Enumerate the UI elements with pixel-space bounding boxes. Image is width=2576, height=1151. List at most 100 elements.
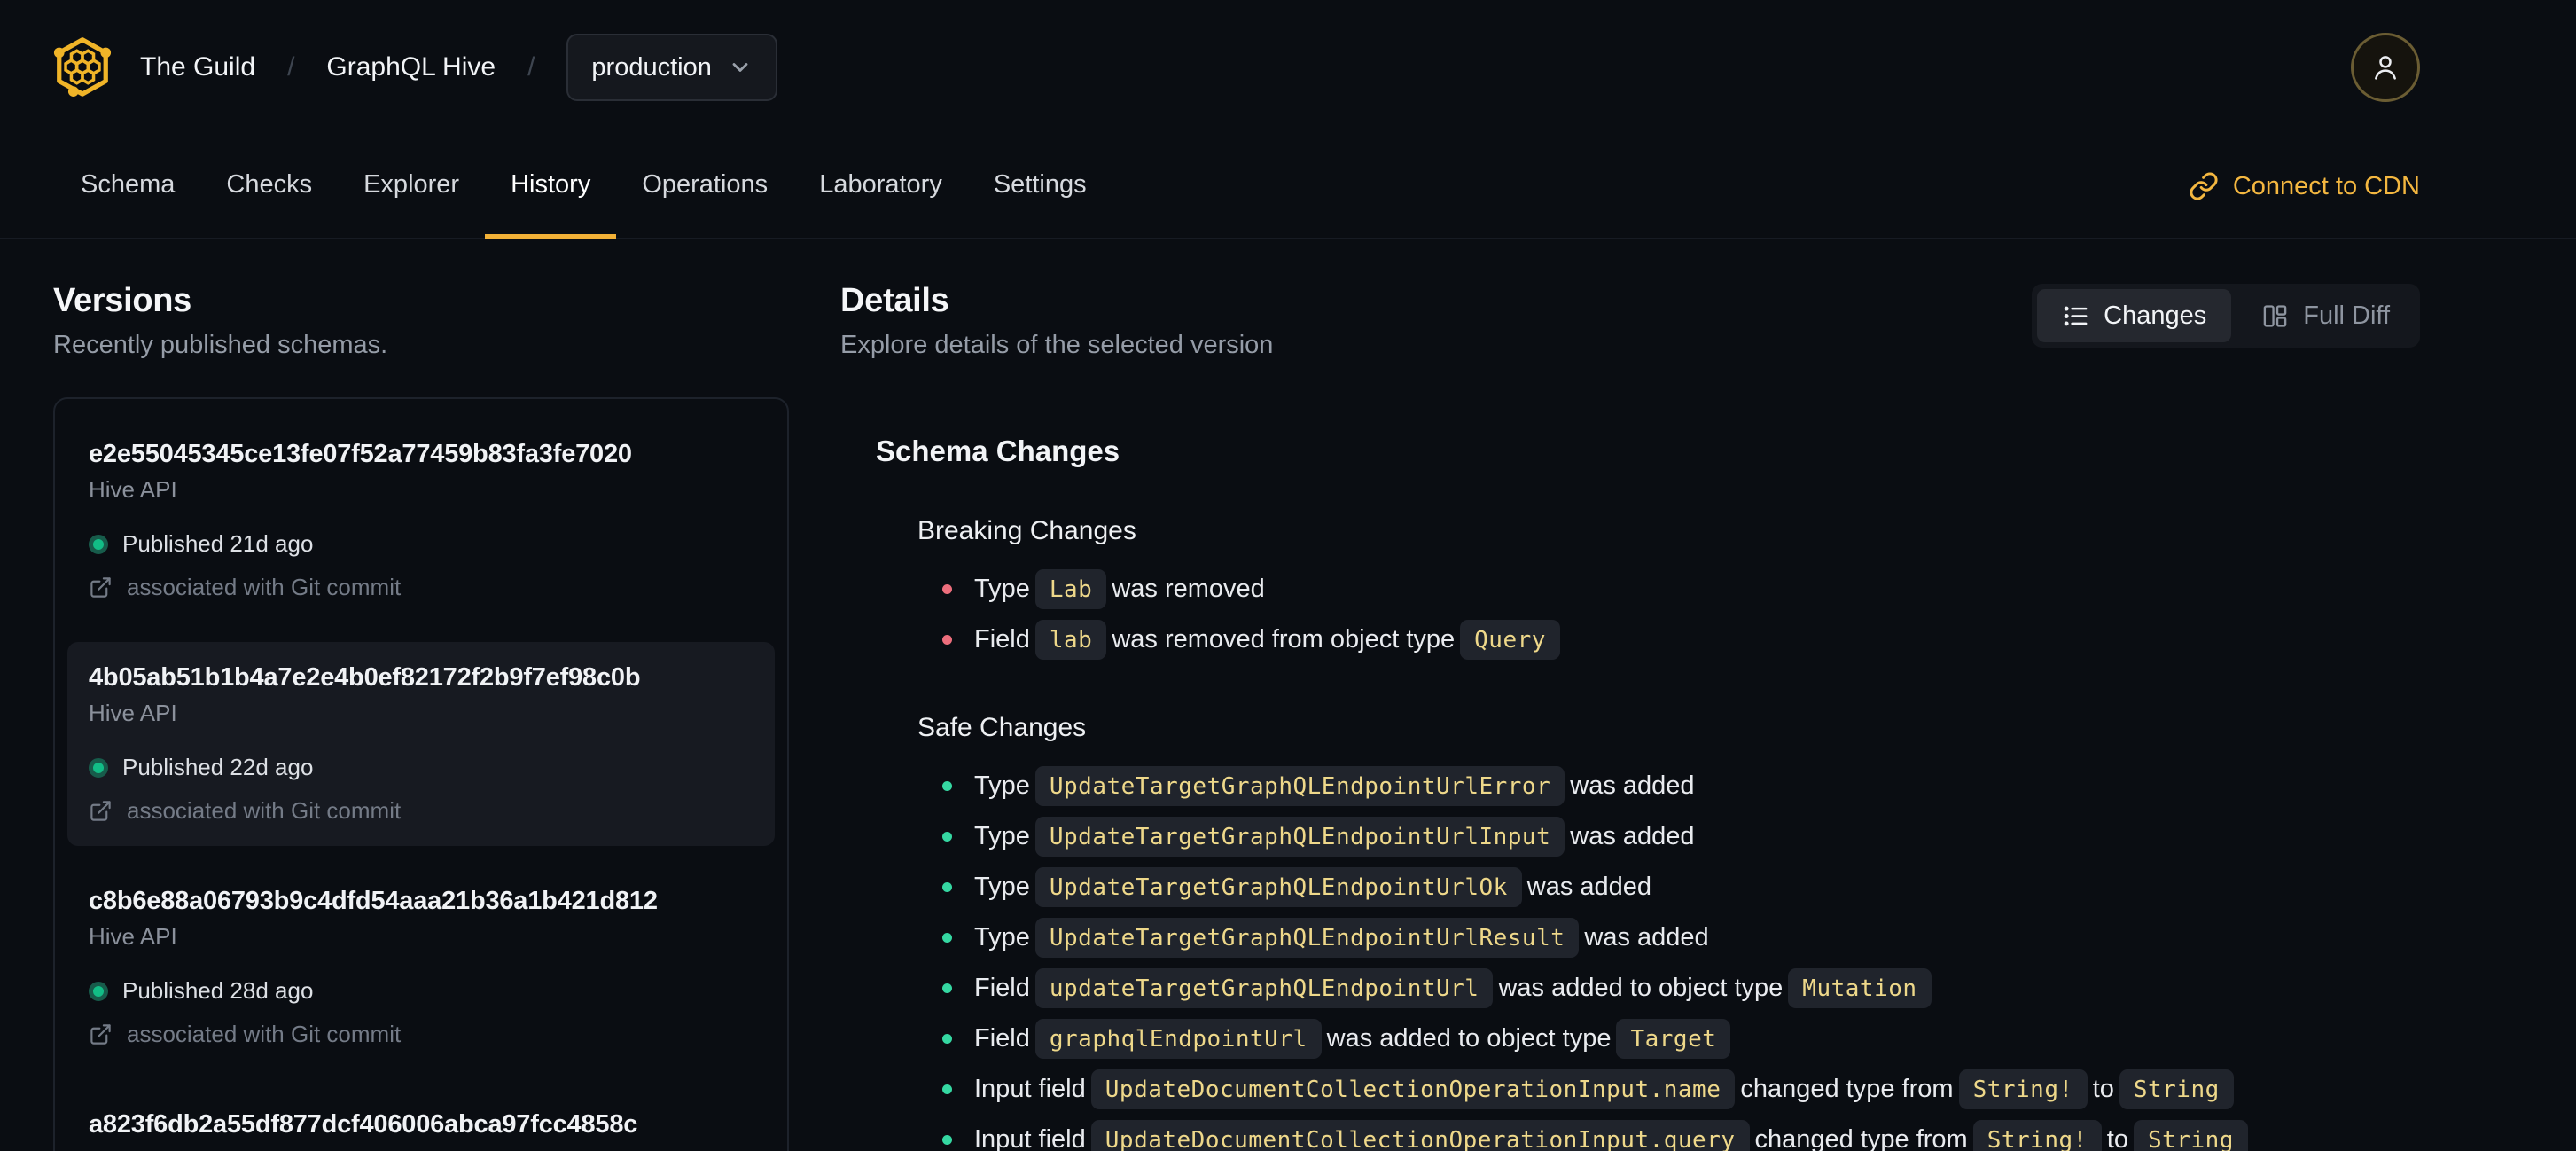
code-chip: UpdateDocumentCollectionOperationInput.q… [1090,1120,1750,1151]
details-subtitle: Explore details of the selected version [840,331,1274,359]
version-list-item[interactable]: a823f6db2a55df877dcf406006abca97fcc4858c… [67,1089,775,1151]
change-bullet [942,1034,952,1044]
status-dot [89,534,108,554]
git-commit-link[interactable]: associated with Git commit [89,1021,753,1048]
details-panel: Details Explore details of the selected … [840,282,2576,1151]
code-chip: graphqlEndpointUrl [1034,1019,1322,1059]
change-row: Type Lab was removed [942,564,2420,615]
versions-panel: Versions Recently published schemas. e2e… [53,282,789,1151]
changes-view-button[interactable]: Changes [2037,289,2232,342]
details-header: Details Explore details of the selected … [840,282,2420,360]
version-list: e2e55045345ce13fe07f52a77459b83fa3fe7020… [53,397,789,1151]
breaking-changes-group: Breaking Changes Type Lab was removed Fiel… [917,516,2420,665]
code-chip: UpdateTargetGraphQLEndpointUrlError [1034,766,1565,806]
git-commit-link[interactable]: associated with Git commit [89,797,753,825]
version-hash: 4b05ab51b1b4a7e2e4b0ef82172f2b9f7ef98c0b [89,663,641,692]
full-diff-view-label: Full Diff [2303,301,2390,330]
tab-settings[interactable]: Settings [968,135,1112,239]
code-chip: lab [1034,620,1107,660]
versions-subtitle: Recently published schemas. [53,331,388,359]
code-chip: String! [1972,1120,2102,1151]
connect-cdn-link[interactable]: Connect to CDN [2189,171,2420,201]
change-row: Type UpdateTargetGraphQLEndpointUrlInput… [942,811,2420,862]
target-selector-value: production [591,52,712,82]
git-commit-label: associated with Git commit [127,574,402,600]
code-chip: String [2119,1069,2234,1109]
change-row: Field graphqlEndpointUrl was added to ob… [942,1014,2420,1064]
header: The Guild / GraphQL Hive / production [0,0,2576,135]
version-hash: c8b6e88a06793b9c4dfd54aaa21b36a1b421d812 [89,887,658,915]
external-link-icon [90,1024,111,1045]
version-list-item[interactable]: e2e55045345ce13fe07f52a77459b83fa3fe7020… [67,419,775,622]
view-toggle: Changes Full Diff [2032,284,2420,348]
schema-changes-title: Schema Changes [876,435,1120,467]
person-icon [2375,56,2396,80]
version-service: Hive API [89,700,177,726]
change-bullet [942,635,952,645]
breaking-changes-list: Type Lab was removed Field lab was remove… [942,564,2420,665]
version-list-item[interactable]: c8b6e88a06793b9c4dfd54aaa21b36a1b421d812… [67,865,775,1069]
status-dot [89,757,108,778]
breadcrumb-project[interactable]: GraphQL Hive [326,52,496,82]
change-bullet [942,983,952,993]
target-selector[interactable]: production [566,34,777,101]
external-link-icon [90,577,111,598]
schema-changes-section: Schema Changes Breaking Changes Type Lab … [840,435,2420,1151]
safe-changes-group: Safe Changes Type UpdateTargetGraphQLEndp… [917,713,2420,1151]
change-row: Type UpdateTargetGraphQLEndpointUrlError… [942,761,2420,811]
change-row: Type UpdateTargetGraphQLEndpointUrlOk wa… [942,862,2420,912]
code-chip: UpdateTargetGraphQLEndpointUrlOk [1034,867,1522,907]
code-chip: UpdateTargetGraphQLEndpointUrlInput [1034,817,1565,857]
published-label: Published 21d ago [122,530,314,557]
link-icon [2190,172,2218,200]
external-link-icon [90,801,111,821]
user-avatar[interactable] [2351,33,2420,102]
change-row: Input field UpdateDocumentCollectionOper… [942,1115,2420,1151]
list-icon [2064,306,2088,325]
safe-changes-list: Type UpdateTargetGraphQLEndpointUrlError… [942,761,2420,1151]
tab-operations[interactable]: Operations [616,135,793,239]
safe-changes-title: Safe Changes [917,713,1087,742]
tab-bar: Schema Checks Explorer History Operations Lab… [0,135,2576,239]
change-row: Type UpdateTargetGraphQLEndpointUrlResul… [942,912,2420,963]
tab-schema[interactable]: Schema [55,135,200,239]
code-chip: Target [1616,1019,1731,1059]
change-row: Field updateTargetGraphQLEndpointUrl was… [942,963,2420,1014]
published-label: Published 22d ago [122,754,314,780]
changes-view-label: Changes [2104,301,2207,330]
change-bullet [942,1084,952,1094]
hive-logo-icon[interactable] [51,35,113,100]
details-heading-block: Details Explore details of the selected … [840,282,1273,360]
code-chip: String! [1958,1069,2088,1109]
change-bullet [942,832,952,842]
tab-checks[interactable]: Checks [200,135,338,239]
version-hash: a823f6db2a55df877dcf406006abca97fcc4858c [89,1110,638,1139]
breaking-changes-title: Breaking Changes [917,516,1136,545]
breadcrumb-separator: / [527,52,535,82]
version-published-status: Published 22d ago [89,754,753,781]
version-service: Hive API [89,476,177,503]
full-diff-view-button[interactable]: Full Diff [2236,289,2415,342]
version-service: Hive API [89,923,177,950]
app-root: The Guild / GraphQL Hive / production Sc… [0,0,2576,1151]
git-commit-link[interactable]: associated with Git commit [89,574,753,601]
tab-history[interactable]: History [485,135,617,239]
change-bullet [942,584,952,594]
breadcrumb-org[interactable]: The Guild [140,52,255,82]
details-title: Details [840,282,949,319]
git-commit-label: associated with Git commit [127,797,402,824]
chevron-down-icon [732,63,748,72]
breadcrumb: The Guild / GraphQL Hive / production [140,34,777,101]
published-label: Published 28d ago [122,977,314,1004]
tab-laboratory[interactable]: Laboratory [793,135,968,239]
code-chip: Mutation [1788,968,1932,1008]
change-bullet [942,933,952,943]
tab-explorer[interactable]: Explorer [338,135,485,239]
breadcrumb-separator: / [287,52,295,82]
code-chip: UpdateTargetGraphQLEndpointUrlResult [1034,918,1580,958]
change-row: Field lab was removed from object type Q… [942,615,2420,665]
code-chip: Lab [1034,569,1107,609]
version-hash: e2e55045345ce13fe07f52a77459b83fa3fe7020 [89,440,632,468]
connect-cdn-label: Connect to CDN [2232,171,2420,200]
version-list-item[interactable]: 4b05ab51b1b4a7e2e4b0ef82172f2b9f7ef98c0b… [67,642,775,846]
